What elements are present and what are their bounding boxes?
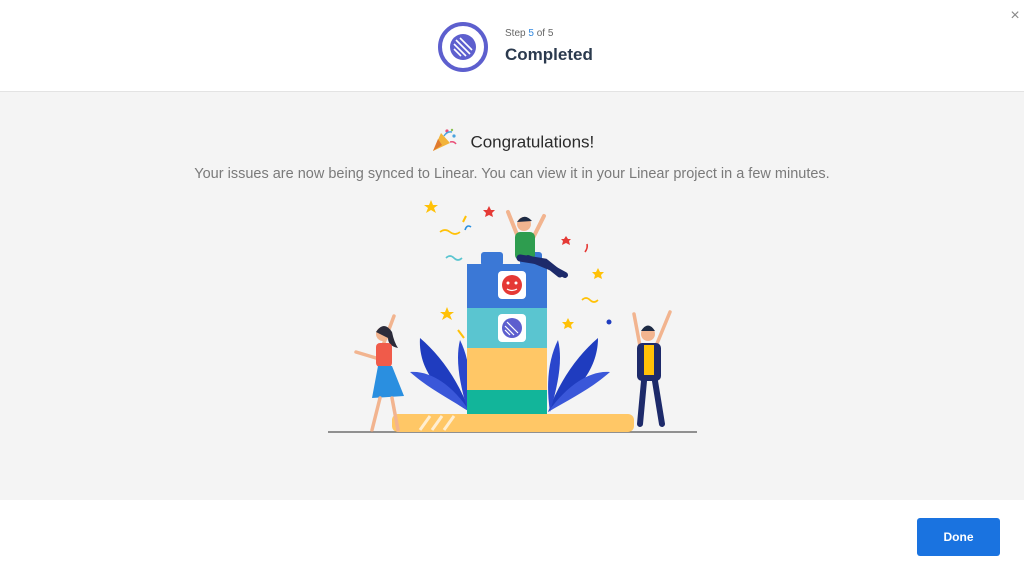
step-title: Completed (505, 45, 593, 64)
step-prefix: Step (505, 28, 526, 39)
celebration-illustration (328, 200, 697, 433)
step-indicator: Step 5 of 5 (505, 28, 553, 39)
wizard-header: Step 5 of 5 Completed × (0, 0, 1024, 92)
step-suffix: of 5 (536, 28, 554, 39)
done-button[interactable]: Done (917, 518, 1000, 556)
close-icon[interactable]: × (1006, 7, 1024, 25)
tiger-logo-icon (502, 275, 522, 295)
linear-logo-icon (438, 22, 488, 72)
wizard-footer: Done (0, 500, 1024, 565)
main-content: Congratulations! Your issues are now bei… (0, 92, 1024, 500)
step-current: 5 (528, 28, 534, 39)
